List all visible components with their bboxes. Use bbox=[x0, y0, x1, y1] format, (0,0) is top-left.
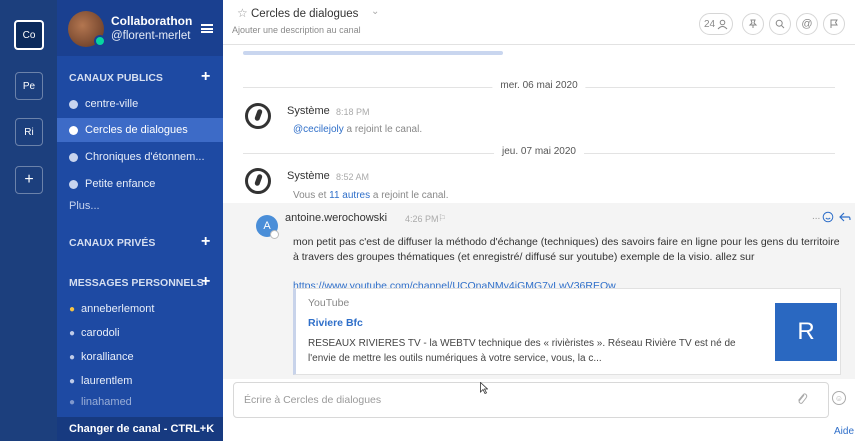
more-actions-icon[interactable]: ... bbox=[812, 211, 820, 222]
sidebar-item-laurentlem[interactable]: ● laurentlem bbox=[57, 369, 223, 393]
help-link[interactable]: Aide bbox=[834, 426, 854, 437]
globe-icon bbox=[69, 152, 78, 162]
date-separator: jeu. 07 mai 2020 bbox=[223, 146, 855, 160]
sidebar-header: Collaborathon @florent-merlet bbox=[57, 0, 223, 56]
sidebar-item-cercles-de-dialogues[interactable]: Cercles de dialogues bbox=[57, 118, 223, 142]
sidebar-item-koralliance[interactable]: ● koralliance bbox=[57, 345, 223, 369]
post-list: mer. 06 mai 2020 Système 8:18 PM @cecile… bbox=[223, 45, 855, 379]
add-public-channel-icon[interactable]: + bbox=[201, 68, 210, 86]
flag-icon[interactable]: ⚐ bbox=[438, 213, 446, 224]
date-separator: mer. 06 mai 2020 bbox=[223, 80, 855, 94]
mention-link[interactable]: @cecilejoly bbox=[293, 124, 344, 135]
user-offline-icon: ● bbox=[69, 375, 76, 387]
search-button[interactable] bbox=[769, 13, 791, 35]
system-logo-icon bbox=[245, 168, 271, 194]
user-offline-icon: ● bbox=[69, 327, 76, 339]
emoji-picker-icon[interactable]: ☺ bbox=[832, 391, 846, 405]
embed-site-name: YouTube bbox=[308, 297, 350, 309]
hamburger-menu-icon[interactable] bbox=[201, 24, 213, 33]
reply-icon[interactable] bbox=[839, 211, 851, 223]
username: @florent-merlet bbox=[111, 30, 191, 42]
date-label: mer. 06 mai 2020 bbox=[492, 80, 586, 91]
flagged-button[interactable] bbox=[823, 13, 845, 35]
member-count-button[interactable]: 24 bbox=[699, 13, 733, 35]
post-author[interactable]: antoine.werochowski bbox=[285, 212, 387, 224]
team-sidebar: Co Pe Ri + bbox=[0, 0, 57, 441]
post-time[interactable]: 8:18 PM bbox=[336, 107, 370, 117]
sidebar-item-chroniques[interactable]: Chroniques d'étonnem... bbox=[57, 145, 223, 169]
channel-sidebar: Collaborathon @florent-merlet CANAUX PUB… bbox=[57, 0, 223, 441]
system-message: Vous et 11 autres a rejoint le canal. bbox=[293, 190, 449, 201]
channel-label: centre-ville bbox=[85, 98, 139, 110]
sidebar-item-petite-enfance[interactable]: Petite enfance bbox=[57, 172, 223, 196]
mentions-button[interactable]: @ bbox=[796, 13, 818, 35]
members-icon bbox=[717, 19, 728, 29]
emoji-reaction-icon[interactable] bbox=[822, 211, 834, 223]
team-button-pe[interactable]: Pe bbox=[15, 72, 43, 100]
channel-header: ☆ Cercles de dialogues ⌄ Ajouter une des… bbox=[223, 0, 855, 45]
switch-channel-button[interactable]: Changer de canal - CTRL+K bbox=[57, 417, 223, 441]
user-offline-icon: ● bbox=[69, 351, 76, 363]
paperclip-icon[interactable] bbox=[796, 392, 808, 406]
online-status-icon bbox=[94, 35, 106, 47]
user-offline-icon: ● bbox=[69, 396, 76, 408]
dm-label: carodoli bbox=[81, 327, 120, 339]
post-time[interactable]: 4:26 PM bbox=[405, 214, 439, 224]
add-direct-message-icon[interactable]: + bbox=[201, 273, 210, 291]
system-logo-icon bbox=[245, 103, 271, 129]
globe-icon bbox=[69, 179, 78, 189]
public-channels-heading: CANAUX PUBLICS bbox=[69, 72, 163, 84]
others-link[interactable]: 11 autres bbox=[329, 190, 370, 201]
message-input-box bbox=[233, 382, 829, 418]
user-online-icon: ● bbox=[69, 303, 76, 315]
sidebar-item-carodoli[interactable]: ● carodoli bbox=[57, 321, 223, 345]
pin-icon bbox=[748, 19, 758, 28]
system-message: @cecilejoly a rejoint le canal. bbox=[293, 124, 423, 135]
embed-description: RESEAUX RIVIERES TV - la WEBTV technique… bbox=[308, 338, 736, 364]
team-button-ri[interactable]: Ri bbox=[15, 118, 43, 146]
team-name: Collaborathon bbox=[111, 14, 193, 28]
previous-message-fragment bbox=[243, 51, 503, 55]
channel-label: Chroniques d'étonnem... bbox=[85, 151, 205, 163]
private-channels-heading: CANAUX PRIVÉS bbox=[69, 237, 156, 249]
link-preview-card: YouTube Riviere Bfc RESEAUX RIVIERES TV … bbox=[293, 288, 841, 375]
post-body: mon petit pas c'est de diffuser la métho… bbox=[293, 236, 840, 263]
team-button-co[interactable]: Co bbox=[14, 20, 44, 50]
embed-title-link[interactable]: Riviere Bfc bbox=[308, 317, 363, 329]
add-team-button[interactable]: + bbox=[15, 166, 43, 194]
channel-label: Cercles de dialogues bbox=[85, 124, 188, 136]
post-time[interactable]: 8:52 AM bbox=[336, 172, 369, 182]
favorite-star-icon[interactable]: ☆ bbox=[237, 6, 248, 20]
dm-label: linahamed bbox=[81, 396, 132, 408]
channel-label: Petite enfance bbox=[85, 178, 156, 190]
add-private-channel-icon[interactable]: + bbox=[201, 233, 210, 251]
system-author[interactable]: Système bbox=[287, 170, 330, 182]
channel-description-link[interactable]: Ajouter une description au canal bbox=[232, 25, 361, 35]
direct-messages-heading: MESSAGES PERSONNELS bbox=[69, 277, 204, 289]
sidebar-item-anneberlemont[interactable]: ● anneberlemont bbox=[57, 297, 223, 321]
channel-title[interactable]: Cercles de dialogues bbox=[251, 8, 358, 20]
dm-label: anneberlemont bbox=[81, 303, 155, 315]
dm-label: laurentlem bbox=[81, 375, 133, 387]
chevron-down-icon[interactable]: ⌄ bbox=[371, 6, 379, 17]
dm-label: koralliance bbox=[81, 351, 134, 363]
member-count: 24 bbox=[703, 18, 716, 30]
message-input[interactable] bbox=[234, 383, 764, 417]
system-author[interactable]: Système bbox=[287, 105, 330, 117]
mouse-cursor-icon bbox=[480, 382, 488, 394]
globe-icon bbox=[69, 99, 78, 109]
pin-button[interactable] bbox=[742, 13, 764, 35]
sidebar-item-linahamed[interactable]: ● linahamed bbox=[57, 393, 223, 411]
at-icon: @ bbox=[801, 18, 813, 30]
flag-icon bbox=[830, 19, 838, 28]
offline-status-icon bbox=[270, 230, 279, 239]
date-label: jeu. 07 mai 2020 bbox=[494, 146, 584, 157]
search-icon bbox=[775, 19, 785, 29]
more-channels-link[interactable]: Plus... bbox=[69, 200, 100, 212]
globe-icon bbox=[69, 125, 78, 135]
sidebar-item-centre-ville[interactable]: centre-ville bbox=[57, 92, 223, 116]
embed-thumbnail[interactable]: R bbox=[775, 303, 837, 361]
